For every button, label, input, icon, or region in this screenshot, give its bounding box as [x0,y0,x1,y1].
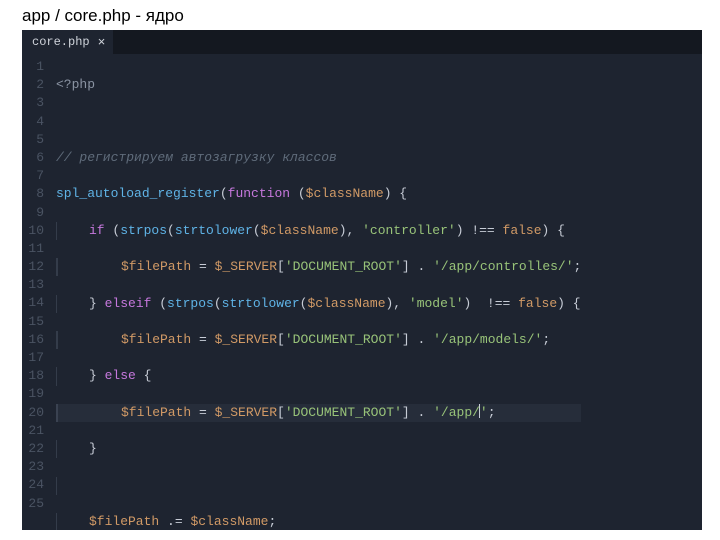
code-line: spl_autoload_register(function ($classNa… [56,185,581,203]
code-editor: core.php × 1 2 3 4 5 6 7 8 9 10 11 12 13… [22,30,702,530]
line-number: 2 [22,76,44,94]
line-number: 3 [22,94,44,112]
code-content[interactable]: <?php // регистрируем автозагрузку класс… [50,54,581,530]
line-number: 6 [22,149,44,167]
line-number: 12 [22,258,44,276]
line-number: 16 [22,331,44,349]
tab-label: core.php [32,35,90,49]
line-number: 20 [22,404,44,422]
code-line: if (strpos(strtolower($className), 'cont… [56,222,581,240]
line-number: 8 [22,185,44,203]
line-number: 18 [22,367,44,385]
line-number: 9 [22,204,44,222]
code-line: $filePath = $_SERVER['DOCUMENT_ROOT'] . … [56,258,581,276]
line-number: 5 [22,131,44,149]
code-line: } elseif (strpos(strtolower($className),… [56,295,581,313]
tab-bar: core.php × [22,30,702,54]
line-number: 17 [22,349,44,367]
line-number: 25 [22,495,44,513]
code-line: <?php [56,76,581,94]
line-number: 23 [22,458,44,476]
line-number: 21 [22,422,44,440]
line-number: 22 [22,440,44,458]
code-line: $filePath = $_SERVER['DOCUMENT_ROOT'] . … [56,404,581,422]
line-number: 24 [22,476,44,494]
code-line [56,477,581,495]
code-line: $filePath = $_SERVER['DOCUMENT_ROOT'] . … [56,331,581,349]
tab-core-php[interactable]: core.php × [22,30,113,54]
code-line [56,113,581,131]
line-number: 7 [22,167,44,185]
code-line: // регистрируем автозагрузку классов [56,149,581,167]
line-number: 15 [22,313,44,331]
code-area[interactable]: 1 2 3 4 5 6 7 8 9 10 11 12 13 14 15 16 1… [22,54,702,530]
line-number: 10 [22,222,44,240]
code-line: $filePath .= $className; [56,513,581,530]
line-number: 14 [22,294,44,312]
line-number-gutter: 1 2 3 4 5 6 7 8 9 10 11 12 13 14 15 16 1… [22,54,50,530]
line-number: 1 [22,58,44,76]
line-number: 13 [22,276,44,294]
line-number: 4 [22,113,44,131]
code-line: } [56,440,581,458]
page-title: app / core.php - ядро [0,0,720,30]
line-number: 19 [22,385,44,403]
line-number: 11 [22,240,44,258]
code-line: } else { [56,367,581,385]
close-icon[interactable]: × [98,36,106,49]
